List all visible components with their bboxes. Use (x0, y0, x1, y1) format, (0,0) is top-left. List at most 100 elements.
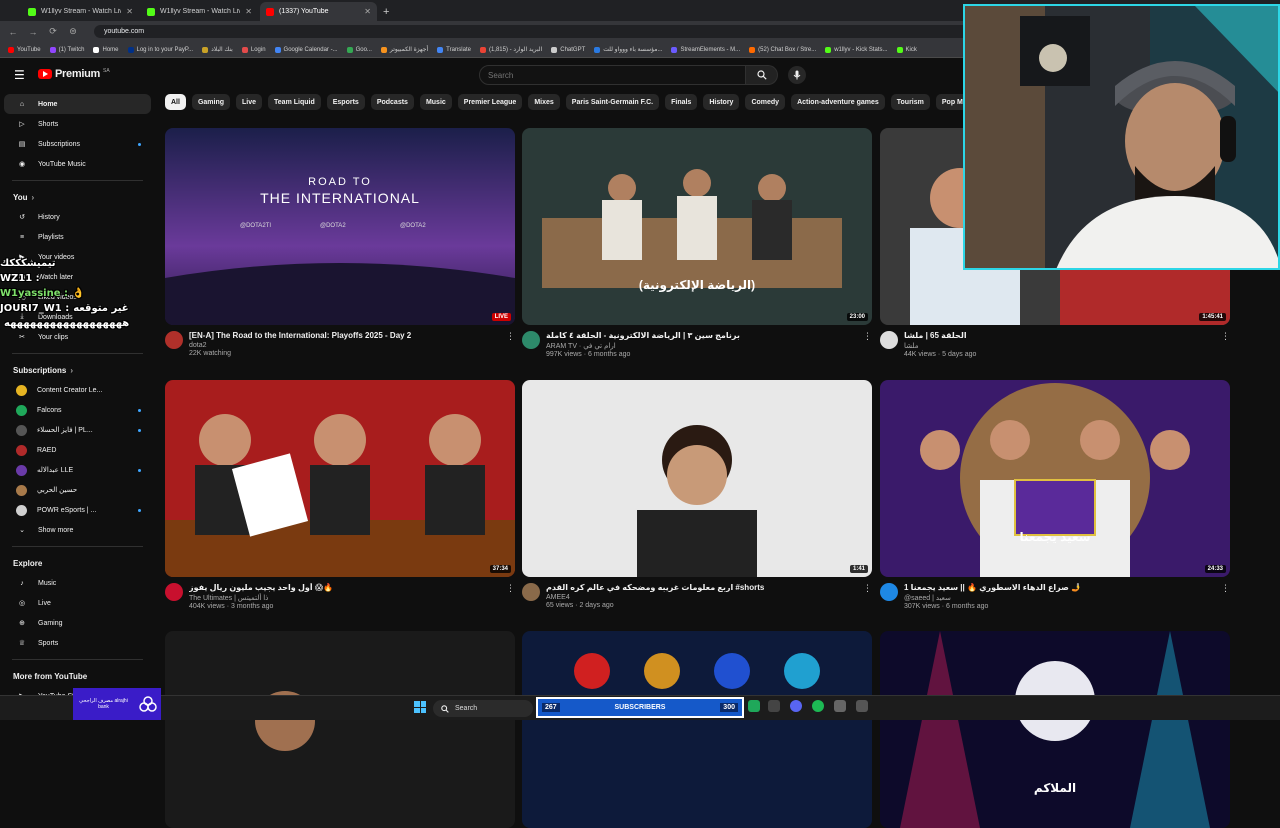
video-card[interactable]: الملاكم (880, 631, 1230, 828)
channel-name[interactable]: The Ultimates | ذا ألتميتس (189, 594, 515, 602)
sidebar-item[interactable]: Content Creator Le... (4, 380, 151, 400)
browser-tab[interactable]: W1llyv Stream - Watch Live on ✕ (22, 2, 139, 21)
chip-comedy[interactable]: Comedy (745, 94, 786, 110)
windows-start-icon[interactable] (414, 701, 426, 713)
bookmark-item[interactable]: (1) Twitch (49, 46, 84, 53)
video-card[interactable]: 37:34 أول واحد يجيب مليون ريال يفوز 😱🔥 The… (165, 380, 515, 610)
chip-premier-league[interactable]: Premier League (457, 94, 523, 110)
video-card[interactable]: ROAD TO THE INTERNATIONAL @DOTA2TI @DOTA2 @D… (165, 128, 515, 357)
bookmark-item[interactable]: مؤسسة باء ووواو للت... (594, 46, 662, 53)
video-thumbnail[interactable]: 1:41 (522, 380, 872, 577)
channel-avatar[interactable] (522, 583, 540, 601)
channel-avatar[interactable] (165, 331, 183, 349)
site-info-icon[interactable]: ⊜ (68, 26, 78, 37)
video-title[interactable]: اربع معلومات غريبه ومضحكه في عالم كره ال… (546, 583, 872, 593)
bookmark-item[interactable]: أجهزة الكمبيوتر (380, 46, 428, 53)
taskbar-search[interactable]: Search (433, 700, 533, 717)
channel-avatar[interactable] (165, 583, 183, 601)
hamburger-menu-icon[interactable]: ☰ (14, 68, 25, 82)
subscriptions-section-header[interactable]: Subscriptions › (0, 360, 155, 380)
bookmark-item[interactable]: Google Calendar -... (274, 46, 338, 53)
video-thumbnail[interactable]: (الرياضة الإلكترونية) 23:00 (522, 128, 872, 325)
video-thumbnail[interactable]: 37:34 (165, 380, 515, 577)
video-thumbnail[interactable]: الملاكم (880, 631, 1230, 828)
browser-tab-active[interactable]: (1337) YouTube ✕ (260, 2, 377, 21)
channel-avatar[interactable] (522, 331, 540, 349)
bookmark-item[interactable]: Translate (437, 46, 471, 53)
search-input[interactable] (479, 65, 746, 85)
video-thumbnail[interactable] (522, 631, 872, 828)
sidebar-item[interactable]: حسين الحربي (4, 480, 151, 500)
channel-name[interactable]: AMEE4 (546, 594, 872, 601)
sidebar-item[interactable]: فايز الحسلاء | PL... (4, 420, 151, 440)
video-title[interactable]: الحلقة 65 | ملشا (904, 331, 1230, 341)
chip-paris-saint-germain-f-c-[interactable]: Paris Saint-Germain F.C. (565, 94, 660, 110)
more-options-icon[interactable]: ⋮ (863, 331, 872, 342)
discord-icon[interactable] (790, 700, 802, 712)
url-field[interactable]: youtube.com (94, 25, 1024, 38)
chip-history[interactable]: History (703, 94, 740, 110)
chip-music[interactable]: Music (419, 94, 452, 110)
chip-live[interactable]: Live (236, 94, 263, 110)
bookmark-item[interactable]: StreamElements - M... (671, 46, 740, 53)
video-title[interactable]: [EN-A] The Road to the International: Pl… (189, 331, 515, 341)
chip-pop-music[interactable]: Pop Music (935, 94, 965, 110)
app-icon[interactable] (834, 700, 846, 712)
sidebar-item[interactable]: POWR eSports | ... (4, 500, 151, 520)
close-icon[interactable]: ✕ (245, 7, 252, 16)
video-title[interactable]: برنامج سين ٣ | الرياضة الالكترونية - الح… (546, 331, 872, 341)
more-options-icon[interactable]: ⋮ (1221, 583, 1230, 594)
bookmark-item[interactable]: w1llyv - Kick Stats... (825, 46, 888, 53)
more-options-icon[interactable]: ⋮ (506, 583, 515, 594)
channel-avatar[interactable] (880, 583, 898, 601)
show-more-button[interactable]: ⌄ Show more (4, 520, 151, 540)
new-tab-button[interactable]: + (383, 6, 389, 18)
sidebar-item[interactable]: ⌂ Home (4, 94, 151, 114)
bookmark-item[interactable]: (52) Chat Box / Stre... (749, 46, 816, 53)
spotify-icon[interactable] (812, 700, 824, 712)
bookmark-item[interactable]: Log in to your PayP... (127, 46, 193, 53)
bookmark-item[interactable]: Goo... (346, 46, 372, 53)
chip-finals[interactable]: Finals (665, 94, 698, 110)
chip-mixes[interactable]: Mixes (528, 94, 560, 110)
bookmark-item[interactable]: YouTube (8, 46, 41, 53)
back-icon[interactable]: ← (8, 27, 18, 37)
more-options-icon[interactable]: ⋮ (1221, 331, 1230, 342)
video-card[interactable] (522, 631, 872, 828)
chip-podcasts[interactable]: Podcasts (370, 94, 414, 110)
browser-tab[interactable]: W1llyv Stream - Watch Live on ✕ (141, 2, 258, 21)
video-card[interactable]: سعيد يجمعنا 24:33 صراع الدهاء الاسطوري 🔥 |… (880, 380, 1230, 610)
bookmark-item[interactable]: Login (241, 46, 266, 53)
video-card[interactable] (165, 631, 515, 828)
sidebar-item[interactable]: Falcons (4, 400, 151, 420)
video-thumbnail[interactable]: سعيد يجمعنا 24:33 (880, 380, 1230, 577)
sidebar-item[interactable]: ♪ Music (4, 573, 151, 593)
voice-search-button[interactable] (788, 66, 806, 84)
close-icon[interactable]: ✕ (126, 7, 133, 16)
chip-gaming[interactable]: Gaming (191, 94, 231, 110)
forward-icon[interactable]: → (28, 27, 38, 37)
sidebar-item[interactable]: ♕ Sports (4, 633, 151, 653)
chip-action-adventure-games[interactable]: Action-adventure games (791, 94, 885, 110)
video-thumbnail[interactable] (165, 631, 515, 828)
search-button[interactable] (746, 65, 778, 85)
chip-all[interactable]: All (165, 94, 186, 110)
bookmark-item[interactable]: Kick (896, 46, 917, 53)
sidebar-item[interactable]: عبدالاله LLE (4, 460, 151, 480)
chip-tourism[interactable]: Tourism (890, 94, 930, 110)
chip-esports[interactable]: Esports (326, 94, 365, 110)
youtube-logo[interactable]: Premium SA (38, 68, 110, 80)
you-section-header[interactable]: You › (0, 187, 155, 207)
more-options-icon[interactable]: ⋮ (863, 583, 872, 594)
channel-name[interactable]: ARAM TV · ارام تي في (546, 342, 872, 350)
video-thumbnail[interactable]: ROAD TO THE INTERNATIONAL @DOTA2TI @DOTA2 @D… (165, 128, 515, 325)
sidebar-item[interactable]: ◉ YouTube Music (4, 154, 151, 174)
video-title[interactable]: صراع الدهاء الاسطوري 🔥 || سعيد يجمعنا 1 … (904, 583, 1230, 593)
sidebar-item[interactable]: ≡ Playlists (4, 227, 151, 247)
sidebar-item[interactable]: ▷ Shorts (4, 114, 151, 134)
app-icon[interactable] (856, 700, 868, 712)
bookmark-item[interactable]: البريد الوارد - (1,815) (479, 46, 542, 53)
app-icon[interactable] (748, 700, 760, 712)
sidebar-item[interactable]: ◎ Live (4, 593, 151, 613)
more-options-icon[interactable]: ⋮ (506, 331, 515, 342)
